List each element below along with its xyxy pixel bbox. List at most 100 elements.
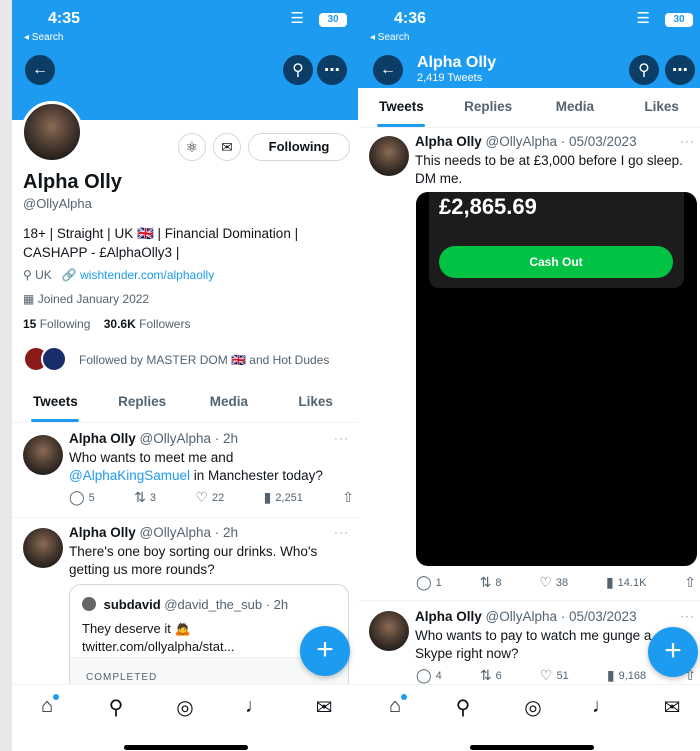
profile-screen: 4:35 ◂ Search ☰ 30 ← ⚲ ⋯ ⚛ ✉ Following A…	[12, 0, 359, 751]
profile-joined: Joined January 2022	[37, 292, 150, 306]
tab-replies[interactable]: Replies	[445, 92, 532, 127]
search-icon[interactable]: ⚲	[629, 55, 659, 85]
more-icon[interactable]: ···	[334, 431, 349, 445]
tweet-meta: @OllyAlpha · 05/03/2023	[485, 134, 637, 149]
bell-icon[interactable]: ♩	[240, 695, 270, 721]
notification-bell-icon[interactable]: ⚛	[178, 133, 206, 161]
bell-icon[interactable]: ♩	[587, 695, 617, 721]
reply-button[interactable]: ◯ 5	[69, 489, 95, 506]
back-arrow-icon[interactable]: ←	[373, 55, 403, 85]
tweet-text: This needs to be at £3,000 before I go s…	[415, 153, 683, 186]
views-button[interactable]: ▮ 14.1K	[606, 574, 646, 591]
profile-avatar[interactable]	[21, 101, 83, 163]
tweet-avatar[interactable]	[23, 435, 63, 475]
tweet[interactable]: Alpha Olly @OllyAlpha · 05/03/2023 ··· T…	[358, 128, 700, 601]
followed-by-avatars[interactable]	[23, 346, 73, 374]
more-icon[interactable]: ···	[334, 525, 349, 539]
back-to-search-link[interactable]: ◂ Search	[370, 32, 409, 43]
retweet-icon: ⇅	[134, 489, 146, 505]
more-icon[interactable]: ···	[680, 134, 695, 148]
following-button[interactable]: Following	[248, 133, 350, 161]
retweet-button[interactable]: ⇅ 6	[480, 667, 502, 684]
tweet-avatar[interactable]	[369, 136, 409, 176]
avatar	[82, 597, 96, 611]
status-bar: 4:36 ◂ Search ☰ 30	[358, 0, 700, 52]
heart-icon: ♡	[539, 574, 552, 590]
home-indicator	[123, 745, 248, 750]
more-options-icon[interactable]: ⋯	[317, 55, 347, 85]
heart-icon: ♡	[539, 667, 553, 683]
tweet-actions: ◯ 4 ⇅ 6 ♡ 51 ▮ 9,168 ⇧	[416, 667, 696, 684]
mail-icon[interactable]: ✉	[657, 695, 687, 721]
tab-likes[interactable]: Likes	[272, 387, 359, 422]
share-button[interactable]: ⇧	[684, 574, 696, 591]
home-icon[interactable]: ⌂	[32, 694, 62, 721]
back-arrow-icon[interactable]: ←	[25, 55, 55, 85]
more-options-icon[interactable]: ⋯	[665, 55, 695, 85]
like-button[interactable]: ♡ 22	[195, 489, 224, 506]
profile-website-link[interactable]: wishtender.com/alphaolly	[80, 268, 214, 282]
like-button[interactable]: ♡ 51	[540, 667, 569, 684]
profile-tabs: Tweets Replies Media Likes	[12, 387, 359, 423]
reply-button[interactable]: ◯ 1	[416, 574, 442, 591]
calendar-icon: ▦	[23, 292, 35, 306]
tweet-avatar[interactable]	[369, 611, 409, 651]
header-tweet-count: 2,419 Tweets	[417, 72, 483, 84]
bottom-nav: ⌂ ⚲ ◎ ♩ ✉	[12, 684, 359, 751]
follow-stats: 15 Following 30.6K Followers	[23, 317, 190, 331]
tweet-author: Alpha Olly	[415, 134, 482, 149]
retweet-button[interactable]: ⇅ 8	[480, 574, 502, 591]
tweet[interactable]: Alpha Olly @OllyAlpha · 2h ··· Who wants…	[12, 423, 359, 518]
tweet-media-image[interactable]: £2,865.69 Cash Out	[416, 192, 697, 566]
header-title: Alpha Olly 2,419 Tweets	[417, 54, 496, 84]
profile-tabs: Tweets Replies Media Likes	[358, 92, 700, 128]
tweet-text: Who wants to meet me and @AlphaKingSamue…	[69, 450, 323, 483]
heart-icon: ♡	[195, 489, 208, 505]
profile-handle: @OllyAlpha	[23, 196, 92, 211]
compose-tweet-button[interactable]: +	[300, 626, 350, 676]
avatar	[41, 346, 67, 372]
like-button[interactable]: ♡ 38	[539, 574, 568, 591]
quote-meta: @david_the_sub · 2h	[164, 597, 289, 612]
tab-replies[interactable]: Replies	[99, 387, 186, 422]
views-button[interactable]: ▮ 2,251	[264, 489, 303, 506]
quote-header: subdavid @david_the_sub · 2h	[82, 597, 288, 612]
back-to-search-link[interactable]: ◂ Search	[24, 32, 63, 43]
share-button[interactable]: ⇧	[342, 489, 354, 506]
retweet-button[interactable]: ⇅ 3	[134, 489, 156, 506]
views-button[interactable]: ▮ 9,168	[607, 667, 646, 684]
tweet-avatar[interactable]	[23, 528, 63, 568]
search-icon[interactable]: ⚲	[448, 695, 478, 721]
status-bar: 4:35 ◂ Search ☰ 30	[12, 0, 359, 52]
tab-likes[interactable]: Likes	[618, 92, 700, 127]
mention-link[interactable]: @AlphaKingSamuel	[69, 468, 190, 483]
tab-tweets[interactable]: Tweets	[358, 92, 445, 127]
home-icon[interactable]: ⌂	[380, 694, 410, 721]
reply-button[interactable]: ◯ 4	[416, 667, 442, 684]
balance-amount: £2,865.69	[439, 194, 537, 219]
tweet-meta: @OllyAlpha · 2h	[139, 525, 239, 540]
followers-stat[interactable]: 30.6K Followers	[104, 317, 191, 331]
bottom-nav: ⌂ ⚲ ◎ ♩ ✉	[358, 684, 700, 751]
followed-by-text[interactable]: Followed by MASTER DOM 🇬🇧 and Hot Dudes	[79, 353, 329, 367]
more-icon[interactable]: ···	[680, 609, 695, 623]
quote-author: subdavid	[103, 597, 161, 612]
tweet-actions: ◯ 1 ⇅ 8 ♡ 38 ▮ 14.1K ⇧	[416, 574, 696, 591]
search-icon[interactable]: ⚲	[101, 695, 131, 721]
tab-media[interactable]: Media	[532, 92, 619, 127]
retweet-icon: ⇅	[479, 574, 492, 590]
spaces-icon[interactable]: ◎	[518, 695, 548, 721]
spaces-icon[interactable]: ◎	[170, 695, 200, 721]
tab-media[interactable]: Media	[186, 387, 273, 422]
tab-tweets[interactable]: Tweets	[12, 387, 99, 422]
tweet-author: Alpha Olly	[415, 609, 482, 624]
compose-tweet-button[interactable]: +	[648, 627, 698, 677]
mail-icon[interactable]: ✉	[309, 695, 339, 721]
wifi-icon: ☰	[290, 10, 304, 27]
message-icon[interactable]: ✉	[213, 133, 241, 161]
profile-tweets-screen: 4:36 ◂ Search ☰ 30 ← Alpha Olly 2,419 Tw…	[358, 0, 700, 751]
views-icon: ▮	[263, 489, 272, 505]
notification-dot	[53, 694, 59, 700]
following-stat[interactable]: 15 Following	[23, 317, 90, 331]
search-icon[interactable]: ⚲	[283, 55, 313, 85]
